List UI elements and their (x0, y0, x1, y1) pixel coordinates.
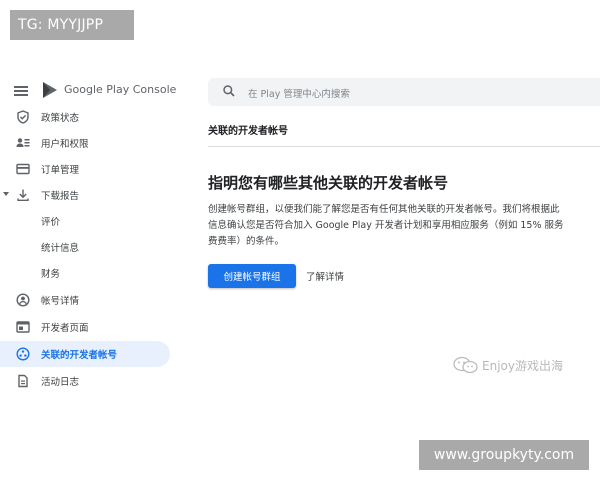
search-input[interactable]: 在 Play 管理中心内搜索 (248, 86, 350, 100)
section-headline: 指明您有哪些其他关联的开发者帐号 (208, 174, 449, 192)
watermark-text: Enjoy游戏出海 (482, 358, 563, 373)
search-bar[interactable]: 在 Play 管理中心内搜索 (208, 78, 600, 106)
search-icon (223, 85, 235, 97)
account-circle-icon (16, 293, 30, 307)
page-title: 关联的开发者帐号 (208, 126, 288, 137)
chevron-down-icon[interactable] (3, 192, 9, 196)
sidebar-item-linked-developer-accounts[interactable]: 关联的开发者帐号 (0, 341, 170, 367)
linked-accounts-icon (16, 347, 30, 361)
sidebar-item-label: 订单管理 (41, 165, 80, 176)
sidebar-item-label: 政策状态 (41, 113, 80, 124)
sidebar-item-users-permissions[interactable]: 用户和权限 (0, 130, 170, 156)
sidebar-subitem-statistics[interactable]: 统计信息 (0, 234, 170, 260)
document-icon (18, 374, 28, 388)
watermark: Enjoy游戏出海 (452, 356, 563, 374)
sidebar-item-policy-status[interactable]: 政策状态 (0, 104, 170, 130)
sidebar-item-label: 帐号详情 (41, 296, 80, 307)
section-description: 创建帐号群组，以便我们能了解您是否有任何其他关联的开发者帐号。我们将根据此信息确… (208, 204, 564, 247)
sidebar-item-label: 活动日志 (41, 377, 80, 388)
menu-icon[interactable] (14, 86, 28, 96)
play-logo-icon (43, 82, 57, 98)
sidebar-item-developer-page[interactable]: 开发者页面 (0, 314, 170, 340)
shield-check-icon (17, 110, 29, 124)
sidebar-item-label: 用户和权限 (41, 139, 89, 150)
sidebar-subitem-finance[interactable]: 财务 (0, 260, 170, 286)
download-icon (17, 189, 29, 201)
web-page-icon (16, 321, 30, 333)
sidebar: Google Play Console 政策状态 用户和权限 订单管理 下载报告… (0, 78, 176, 398)
sidebar-item-label: 评价 (41, 217, 61, 228)
brand-name: Google Play Console (64, 83, 177, 96)
sidebar-item-label: 统计信息 (41, 243, 80, 254)
brand-header: Google Play Console (0, 78, 176, 102)
sidebar-item-order-management[interactable]: 订单管理 (0, 156, 170, 182)
sidebar-item-label: 财务 (41, 269, 61, 280)
divider (208, 146, 600, 147)
sidebar-item-download-reports[interactable]: 下载报告 (0, 182, 170, 208)
sidebar-item-label: 开发者页面 (41, 323, 89, 334)
sidebar-item-account-details[interactable]: 帐号详情 (0, 287, 170, 313)
sidebar-subitem-reviews[interactable]: 评价 (0, 208, 170, 234)
sidebar-item-label: 关联的开发者帐号 (41, 350, 118, 361)
wechat-icon (453, 356, 478, 374)
users-icon (16, 138, 30, 147)
sidebar-item-label: 下载报告 (41, 191, 80, 202)
sidebar-item-activity-log[interactable]: 活动日志 (0, 368, 170, 394)
tg-overlay-label: TG: MYYJJPP (10, 10, 134, 40)
learn-more-link[interactable]: 了解详情 (306, 269, 344, 283)
credit-card-icon (16, 163, 30, 175)
url-overlay-label: www.groupkyty.com (419, 440, 589, 470)
create-account-group-button[interactable]: 创建帐号群组 (208, 264, 296, 288)
